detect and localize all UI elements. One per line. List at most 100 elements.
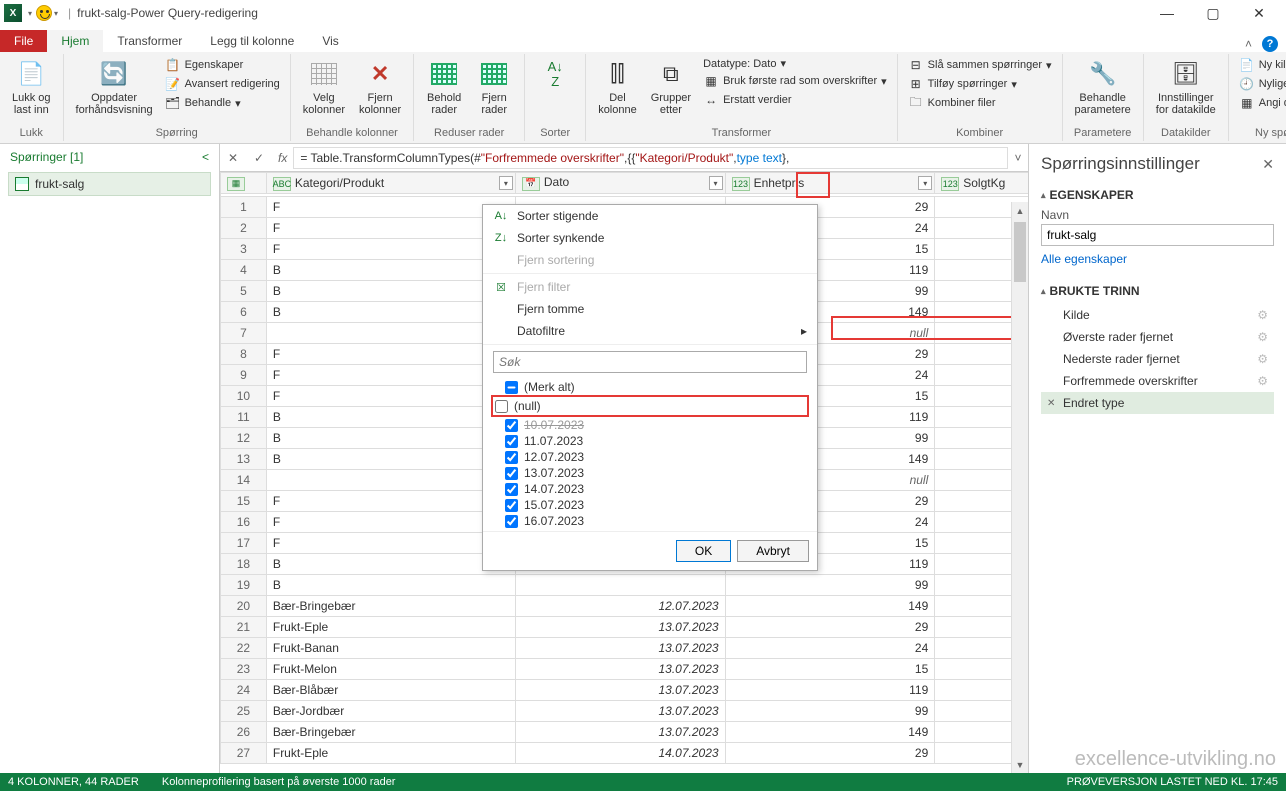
table-row[interactable]: 26Bær-Bringebær13.07.202314910 xyxy=(221,722,1029,743)
datatype-button[interactable]: Datatype: Dato ▾ xyxy=(699,56,891,71)
replace-values-button[interactable]: ↔Erstatt verdier xyxy=(699,91,891,109)
query-item[interactable]: frukt-salg xyxy=(8,172,211,196)
step-settings-icon[interactable]: ⚙ xyxy=(1257,308,1268,322)
step-settings-icon[interactable]: ⚙ xyxy=(1257,330,1268,344)
manage-parameters-button[interactable]: 🔧Behandle parametere xyxy=(1069,54,1137,120)
column-header-dato[interactable]: 📅Dato▾ xyxy=(515,173,725,194)
settings-close-icon[interactable]: ✕ xyxy=(1262,156,1274,173)
table-row[interactable]: 23Frukt-Melon13.07.20231542 xyxy=(221,659,1029,680)
filter-search-input[interactable] xyxy=(493,351,807,373)
applied-step[interactable]: Forfremmede overskrifter⚙ xyxy=(1041,370,1274,392)
remove-rows-icon xyxy=(478,58,510,90)
recent-sources-button[interactable]: 🕘Nylige kilder ▾ xyxy=(1235,75,1286,93)
ok-button[interactable]: OK xyxy=(676,540,731,562)
smiley-icon[interactable] xyxy=(36,5,52,21)
filter-value-item[interactable]: 15.07.2023 xyxy=(491,497,809,513)
applied-steps-header[interactable]: BRUKTE TRINN xyxy=(1041,284,1274,298)
table-row[interactable]: 25Bær-Jordbær13.07.20239926 xyxy=(221,701,1029,722)
filter-value-item[interactable]: (Merk alt) xyxy=(491,379,809,395)
filter-icon[interactable]: ▾ xyxy=(709,176,723,190)
applied-step[interactable]: Nederste rader fjernet⚙ xyxy=(1041,348,1274,370)
keep-rows-button[interactable]: Behold rader xyxy=(420,54,468,120)
filter-value-item[interactable]: 11.07.2023 xyxy=(491,433,809,449)
qa-dropdown-icon[interactable]: ▾ xyxy=(28,9,32,18)
date-filters[interactable]: Datofiltre▸ xyxy=(483,320,817,342)
row-header-corner[interactable]: ▦ xyxy=(221,173,267,194)
scroll-thumb[interactable] xyxy=(1014,222,1026,282)
scroll-down-icon[interactable]: ▼ xyxy=(1012,756,1028,773)
query-name-input[interactable] xyxy=(1041,224,1274,246)
combine-files-button[interactable]: 🗀Kombiner filer xyxy=(904,94,1056,112)
applied-step[interactable]: Endret type xyxy=(1041,392,1274,414)
sort-descending[interactable]: Z↓Sorter synkende xyxy=(483,227,817,249)
name-label: Navn xyxy=(1041,208,1274,222)
column-header-kategori[interactable]: ABCKategori/Produkt▾ xyxy=(266,173,515,194)
smiley-dropdown-icon[interactable]: ▾ xyxy=(54,9,58,18)
formula-accept-icon[interactable]: ✓ xyxy=(246,151,272,165)
first-row-headers-button[interactable]: ▦Bruk første rad som overskrifter ▾ xyxy=(699,72,891,90)
scroll-up-icon[interactable]: ▲ xyxy=(1012,202,1028,219)
step-settings-icon[interactable]: ⚙ xyxy=(1257,374,1268,388)
step-settings-icon[interactable]: ⚙ xyxy=(1257,352,1268,366)
group-by-button[interactable]: ⧉Grupper etter xyxy=(645,54,697,120)
remove-empty[interactable]: Fjern tomme xyxy=(483,298,817,320)
cancel-button[interactable]: Avbryt xyxy=(737,540,809,562)
help-icon[interactable]: ? xyxy=(1262,36,1278,52)
close-window-button[interactable]: ✕ xyxy=(1236,0,1282,26)
tab-file[interactable]: File xyxy=(0,30,47,52)
column-header-enhetpris[interactable]: 123Enhetpris▾ xyxy=(725,173,935,194)
properties-section-header[interactable]: EGENSKAPER xyxy=(1041,188,1274,202)
tab-view[interactable]: Vis xyxy=(308,30,352,52)
new-source-button[interactable]: 📄Ny kilde ▾ xyxy=(1235,56,1286,74)
table-row[interactable]: 24Bær-Blåbær13.07.202311916 xyxy=(221,680,1029,701)
properties-button[interactable]: 📋Egenskaper xyxy=(161,56,284,74)
all-properties-link[interactable]: Alle egenskaper xyxy=(1041,252,1127,266)
window-title: frukt-salg-Power Query-redigering xyxy=(77,6,258,20)
table-row[interactable]: 22Frukt-Banan13.07.20232462 xyxy=(221,638,1029,659)
formula-cancel-icon[interactable]: ✕ xyxy=(220,151,246,165)
refresh-icon: 🔄 xyxy=(98,58,130,90)
minimize-button[interactable]: — xyxy=(1144,0,1190,26)
column-header-solgtkg[interactable]: 123SolgtKg▾ xyxy=(935,173,1028,194)
filter-value-item[interactable]: 14.07.2023 xyxy=(491,481,809,497)
formula-expand-icon[interactable]: ˅ xyxy=(1008,151,1028,165)
queries-collapse-icon[interactable]: < xyxy=(202,150,209,164)
table-row[interactable]: 21Frukt-Eple13.07.20232954 xyxy=(221,617,1029,638)
data-source-settings-button[interactable]: 🗄Innstillinger for datakilde xyxy=(1150,54,1222,120)
sort-ascending[interactable]: A↓Sorter stigende xyxy=(483,205,817,227)
tab-add-column[interactable]: Legg til kolonne xyxy=(196,30,308,52)
applied-step[interactable]: Øverste rader fjernet⚙ xyxy=(1041,326,1274,348)
append-queries-button[interactable]: ⊞Tilføy spørringer ▾ xyxy=(904,75,1056,93)
filter-value-item[interactable]: (null) xyxy=(491,395,809,417)
manage-button[interactable]: 🗂Behandle ▾ xyxy=(161,94,284,112)
filter-value-item[interactable]: 16.07.2023 xyxy=(491,513,809,529)
title-bar: X ▾ ▾ | frukt-salg-Power Query-redigerin… xyxy=(0,0,1286,26)
sort-asc-button[interactable]: A↓Z xyxy=(531,54,579,94)
filter-value-item[interactable]: 12.07.2023 xyxy=(491,449,809,465)
filter-value-item[interactable]: 13.07.2023 xyxy=(491,465,809,481)
close-load-button[interactable]: 📄 Lukk og last inn xyxy=(6,54,57,120)
fx-icon[interactable]: fx xyxy=(272,151,293,165)
applied-step[interactable]: Kilde⚙ xyxy=(1041,304,1274,326)
tab-home[interactable]: Hjem xyxy=(47,30,103,52)
tab-transform[interactable]: Transformer xyxy=(103,30,196,52)
filter-value-item[interactable]: 10.07.2023 xyxy=(491,417,809,433)
first-row-icon: ▦ xyxy=(703,73,719,89)
maximize-button[interactable]: ▢ xyxy=(1190,0,1236,26)
table-row[interactable]: 19B9920 xyxy=(221,575,1029,596)
formula-input[interactable]: = Table.TransformColumnTypes(#"Forfremme… xyxy=(293,147,1008,169)
table-row[interactable]: 20Bær-Bringebær12.07.202314912 xyxy=(221,596,1029,617)
remove-columns-button[interactable]: ✕Fjern kolonner xyxy=(353,54,407,120)
table-row[interactable]: 27Frukt-Eple14.07.20232952 xyxy=(221,743,1029,764)
remove-rows-button[interactable]: Fjern rader xyxy=(470,54,518,120)
filter-icon[interactable]: ▾ xyxy=(499,176,513,190)
refresh-preview-button[interactable]: 🔄 Oppdater forhåndsvisning xyxy=(70,54,159,120)
advanced-editor-button[interactable]: 📝Avansert redigering xyxy=(161,75,284,93)
vertical-scrollbar[interactable]: ▲ ▼ xyxy=(1011,202,1028,773)
merge-queries-button[interactable]: ⊟Slå sammen spørringer ▾ xyxy=(904,56,1056,74)
ribbon-collapse-icon[interactable]: ˄ xyxy=(1245,37,1252,51)
choose-columns-button[interactable]: Velg kolonner xyxy=(297,54,351,120)
enter-data-button[interactable]: ▦Angi data xyxy=(1235,94,1286,112)
filter-icon[interactable]: ▾ xyxy=(918,176,932,190)
split-column-button[interactable]: ⫿⫿Del kolonne xyxy=(592,54,643,120)
